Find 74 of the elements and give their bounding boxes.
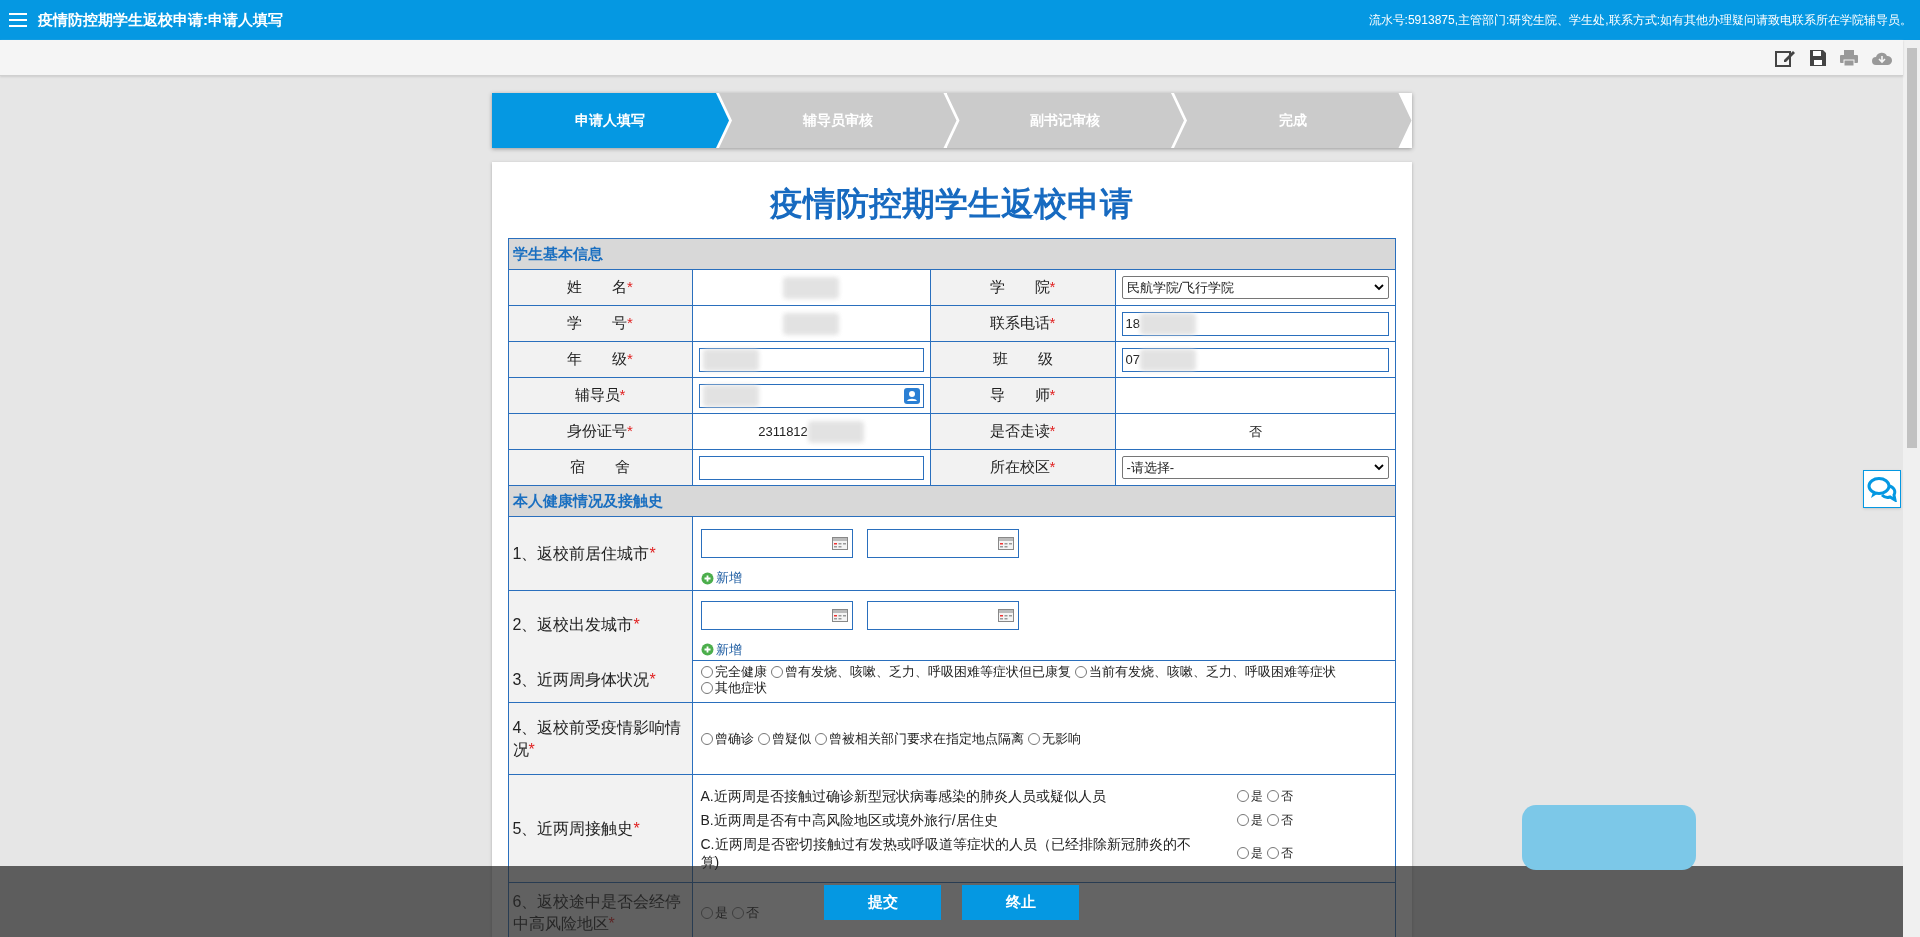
radio-option[interactable]: 完全健康 (700, 663, 767, 680)
plus-circle-icon (700, 643, 714, 657)
radio-option[interactable]: 曾有发烧、咳嗽、乏力、呼吸困难等症状但已康复 (770, 663, 1071, 680)
page-title: 疫情防控期学生返校申请:申请人填写 (38, 9, 283, 30)
add-link[interactable]: 新增 (700, 568, 742, 588)
field-label: 宿 舍 (508, 450, 693, 486)
section-header: 学生基本信息 (508, 239, 1396, 270)
calendar-icon[interactable] (997, 609, 1014, 622)
radio-option[interactable]: 是 (1236, 786, 1263, 805)
field-label: 学 号* (508, 306, 693, 342)
question-text: B.近两周是否有中高风险地区或境外旅行/居住史 (700, 810, 999, 829)
radio-option[interactable]: 曾确诊 (700, 730, 754, 747)
input-field[interactable] (698, 347, 924, 372)
chevron-down-icon (1373, 464, 1384, 471)
radio-option[interactable]: 无影响 (1027, 730, 1081, 747)
city-picker-field[interactable] (866, 601, 1019, 630)
header-info: 流水号:5913875,主管部门:研究生院、学生处,联系方式:如有其他办理疑问请致电联系所在学院辅导员。 (1368, 12, 1912, 29)
redaction-blur (702, 348, 759, 371)
field-label: 身份证号* (508, 414, 693, 450)
city-picker-field[interactable] (700, 601, 853, 630)
field-label: 所在校区* (930, 450, 1116, 486)
redaction-blur (1139, 312, 1196, 335)
radio-option[interactable]: 否 (1266, 786, 1293, 805)
input-field[interactable] (698, 383, 924, 408)
save-icon[interactable] (1809, 48, 1827, 67)
field-value: 2311812 (758, 422, 808, 441)
field-label: 姓 名* (508, 270, 693, 306)
plus-circle-icon (700, 571, 714, 585)
radio-option[interactable]: 曾疑似 (757, 730, 811, 747)
calendar-icon[interactable] (831, 537, 848, 551)
question-text: C.近两周是否密切接触过有发热或呼吸道等症状的人员（已经排除新冠肺炎的不算) (700, 834, 1192, 871)
scrollbar[interactable] (1903, 40, 1920, 937)
input-field[interactable]: 18 (1121, 311, 1389, 336)
radio-option[interactable]: 是 (1236, 810, 1263, 829)
radio-option[interactable]: 否 (1266, 810, 1293, 829)
field-label: 联系电话* (930, 306, 1116, 342)
radio-option[interactable]: 当前有发烧、咳嗽、乏力、呼吸困难等症状 (1074, 663, 1336, 680)
form-title: 疫情防控期学生返校申请 (768, 184, 1134, 224)
field-label: 年 级* (508, 342, 693, 378)
redaction-blur (702, 384, 759, 407)
input-field[interactable]: 07 (1121, 347, 1389, 372)
calendar-icon[interactable] (831, 609, 848, 622)
question-text: A.近两周是否接触过确诊新型冠状病毒感染的肺炎人员或疑似人员 (700, 786, 1107, 805)
chat-button[interactable] (1863, 470, 1901, 508)
section-header: 本人健康情况及接触史 (508, 486, 1396, 517)
redaction-blur (1139, 348, 1196, 371)
field-label: 导 师* (930, 378, 1116, 414)
calendar-icon[interactable] (997, 537, 1014, 551)
input-field[interactable] (698, 455, 924, 480)
add-link[interactable]: 新增 (700, 640, 742, 660)
print-icon[interactable] (1839, 48, 1859, 67)
select-field[interactable]: -请选择- (1121, 456, 1389, 479)
field-label: 是否走读* (930, 414, 1116, 450)
field-value: 否 (1248, 422, 1262, 441)
radio-option[interactable]: 其他症状 (700, 679, 767, 696)
field-label: 1、返校前居住城市* (508, 517, 693, 591)
select-field[interactable]: 民航学院/飞行学院 (1121, 276, 1389, 299)
field-label: 4、返校前受疫情影响情况* (508, 703, 693, 775)
chevron-down-icon (1373, 284, 1384, 291)
field-label: 学 院* (930, 270, 1116, 306)
user-icon[interactable] (903, 387, 920, 404)
redaction-blur (783, 312, 839, 335)
city-picker-field[interactable] (700, 529, 853, 559)
radio-option[interactable]: 是 (1236, 843, 1263, 862)
field-label: 辅导员* (508, 378, 693, 414)
menu-icon[interactable] (8, 12, 28, 28)
radio-option[interactable]: 否 (1266, 843, 1293, 862)
field-label: 3、近两周身体状况* (508, 657, 693, 703)
chat-bubbles-icon (1867, 476, 1897, 502)
redaction-blur (807, 420, 864, 443)
redaction-blur (783, 276, 839, 299)
radio-option[interactable]: 曾被相关部门要求在指定地点隔离 (814, 730, 1024, 747)
field-label: 班 级 (930, 342, 1116, 378)
city-picker-field[interactable] (866, 529, 1019, 559)
